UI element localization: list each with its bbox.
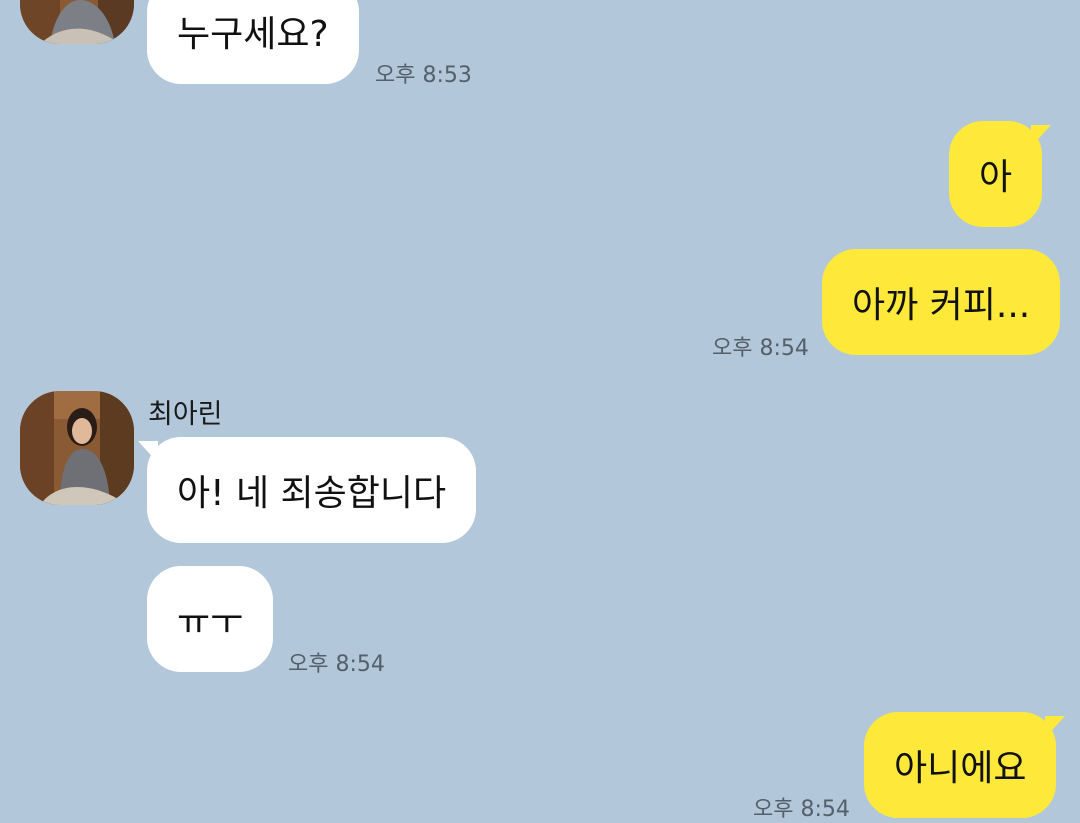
message-timestamp: 오후 8:53 xyxy=(375,63,472,88)
profile-avatar[interactable] xyxy=(20,391,134,505)
message-bubble[interactable]: 아니에요 xyxy=(864,712,1066,818)
message-text: 아! 네 죄송합니다 xyxy=(177,473,447,514)
sender-name: 최아린 xyxy=(148,399,223,430)
message-timestamp: 오후 8:54 xyxy=(712,336,809,361)
message-timestamp: 오후 8:54 xyxy=(288,652,385,677)
message-bubble[interactable]: 아 xyxy=(949,121,1052,227)
message-bubble[interactable]: ㅠㅜ xyxy=(147,566,274,672)
profile-photo-icon xyxy=(20,0,134,44)
profile-photo-icon xyxy=(20,391,134,505)
message-text: 아니에요 xyxy=(894,748,1027,789)
message-text: 누구세요? xyxy=(177,14,329,55)
message-bubble[interactable]: 누구세요? xyxy=(147,0,359,84)
chat-window: 누구세요? 오후 8:53 아 아까 커피... 오후 8:54 최아린 아! … xyxy=(0,0,1080,822)
message-text: 아까 커피... xyxy=(852,285,1031,326)
message-timestamp: 오후 8:54 xyxy=(753,797,850,822)
message-bubble[interactable]: 아까 커피... xyxy=(822,249,1061,355)
profile-avatar[interactable] xyxy=(20,0,134,44)
message-bubble[interactable]: 아! 네 죄송합니다 xyxy=(137,437,477,543)
message-text: 아 xyxy=(979,157,1013,198)
message-text: ㅠㅜ xyxy=(177,602,244,643)
